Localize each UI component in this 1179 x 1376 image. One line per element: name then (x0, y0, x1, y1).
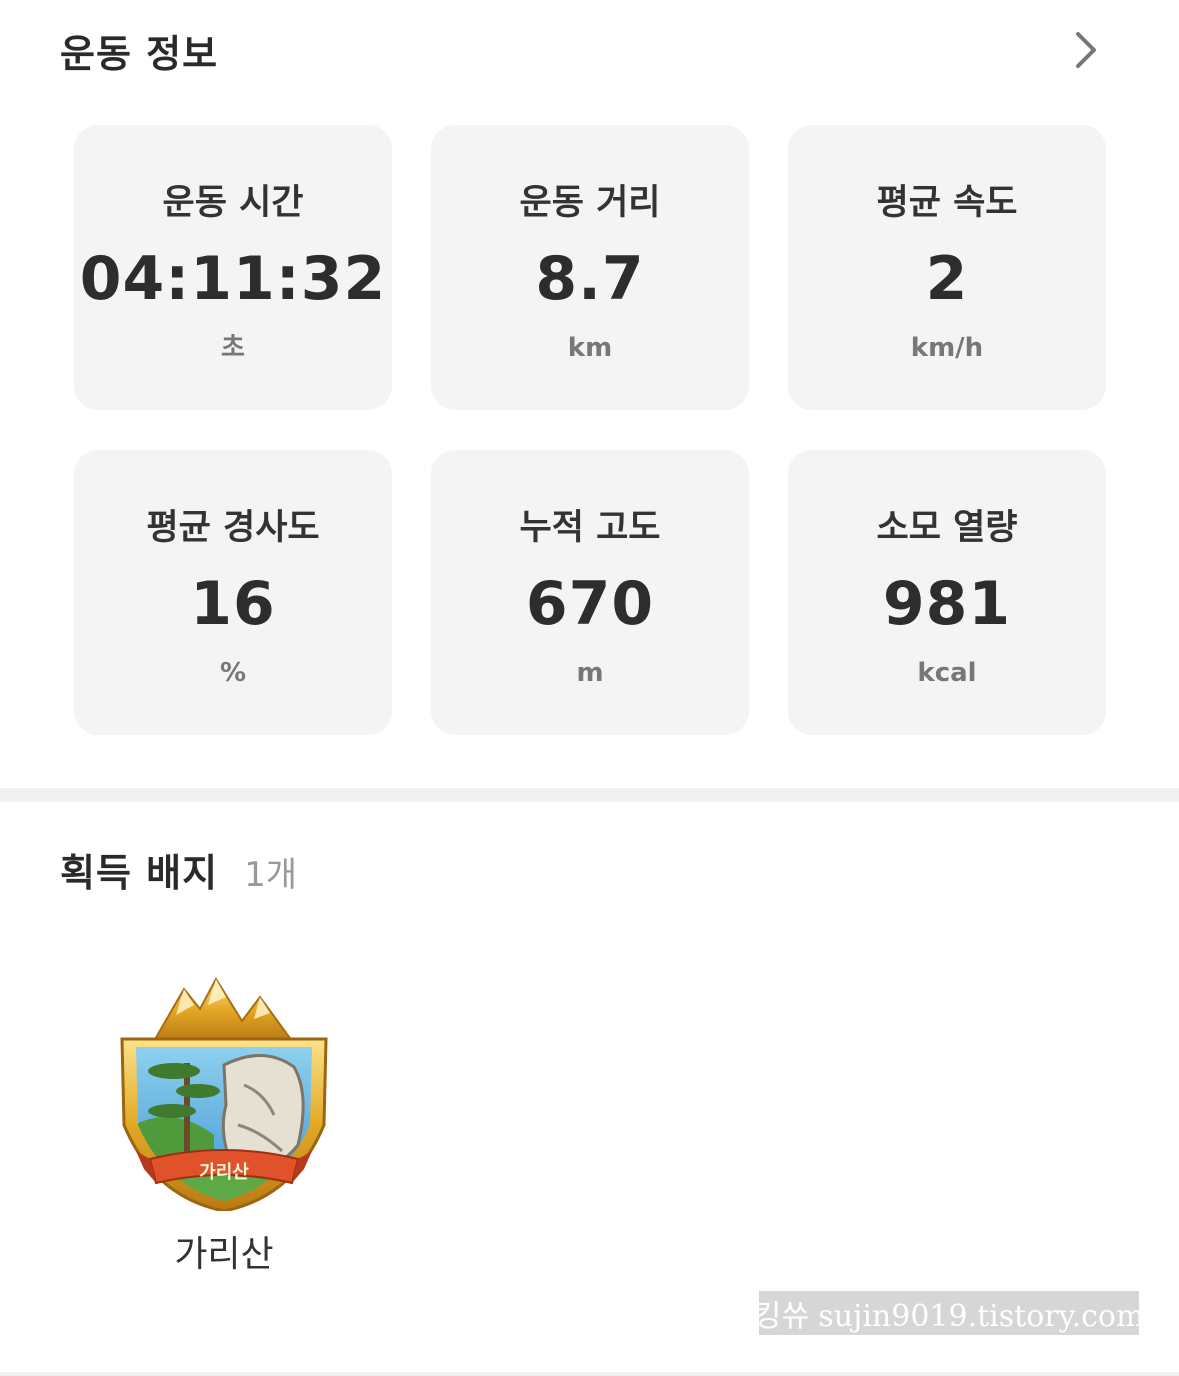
exercise-info-header[interactable]: 운동 정보 (60, 22, 1120, 78)
bottom-divider (0, 1372, 1179, 1376)
stat-label: 운동 거리 (519, 183, 661, 223)
watermark: 킹쓔 sujin9019.tistory.com (759, 1291, 1139, 1335)
stat-label: 소모 열량 (876, 508, 1018, 548)
stat-card-avg-slope: 평균 경사도 16 % (74, 450, 392, 735)
section-divider (0, 788, 1179, 802)
exercise-info-title: 운동 정보 (60, 31, 219, 76)
stat-unit: kcal (917, 658, 977, 688)
stat-unit: % (219, 658, 247, 688)
badges-header: 획득 배지 1개 (60, 842, 297, 902)
stat-unit: m (576, 658, 604, 688)
stat-value: 981 (882, 569, 1012, 639)
stat-card-calories: 소모 열량 981 kcal (788, 450, 1106, 735)
stat-label: 평균 속도 (876, 183, 1018, 223)
badge-item[interactable]: 가리산 가리산 (114, 975, 334, 1277)
stat-label: 운동 시간 (162, 183, 304, 223)
stat-card-time: 운동 시간 04:11:32 초 (74, 125, 392, 410)
stat-value: 16 (190, 569, 276, 639)
chevron-right-icon[interactable] (1066, 22, 1106, 78)
badge-name: 가리산 (174, 1234, 274, 1275)
stat-value: 2 (925, 244, 969, 314)
badges-count: 1개 (244, 855, 297, 895)
badges-title: 획득 배지 (60, 851, 219, 895)
stat-label: 누적 고도 (519, 508, 661, 548)
stat-card-distance: 운동 거리 8.7 km (431, 125, 749, 410)
stat-unit: 초 (221, 333, 245, 363)
badge-ribbon-text: 가리산 (199, 1162, 249, 1183)
stat-value: 04:11:32 (79, 244, 387, 314)
mountain-badge-icon: 가리산 (120, 976, 328, 1211)
stats-grid: 운동 시간 04:11:32 초 운동 거리 8.7 km 평균 속도 2 km… (74, 125, 1106, 735)
stat-card-avg-speed: 평균 속도 2 km/h (788, 125, 1106, 410)
stat-label: 평균 경사도 (146, 508, 320, 548)
stat-value: 670 (525, 569, 655, 639)
stat-unit: km/h (910, 333, 984, 363)
stat-unit: km (567, 333, 613, 363)
stat-card-elevation: 누적 고도 670 m (431, 450, 749, 735)
stat-value: 8.7 (535, 244, 645, 314)
